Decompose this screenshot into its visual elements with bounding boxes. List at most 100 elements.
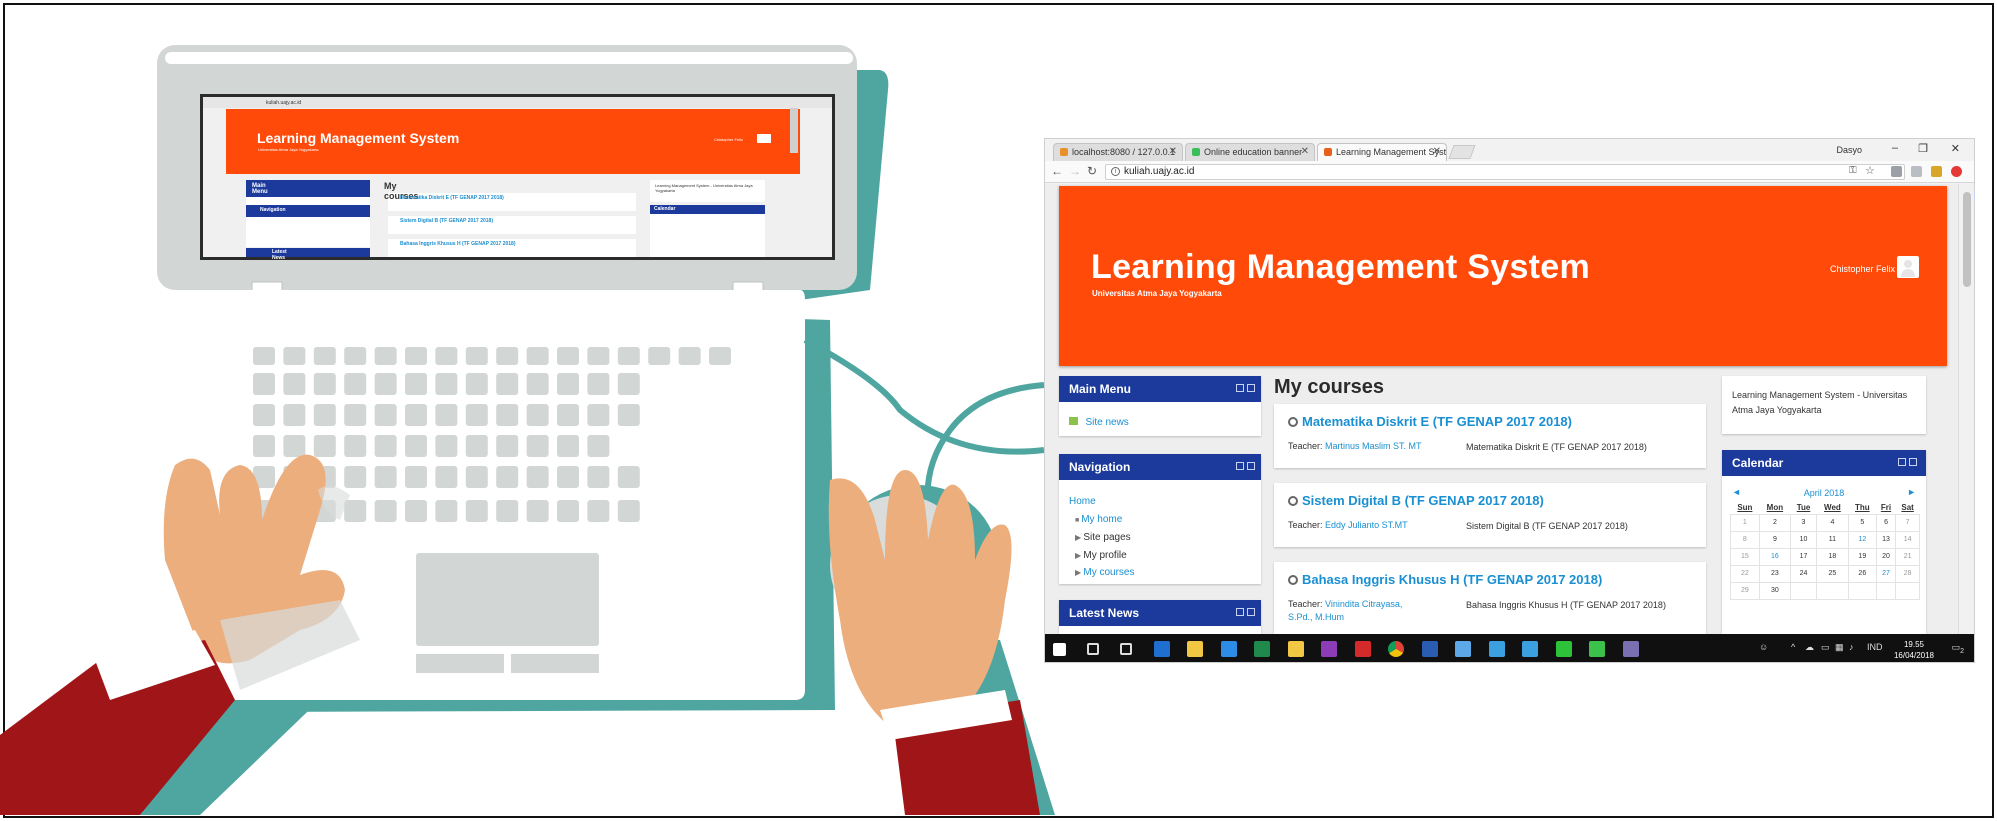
new-tab-button[interactable] (1448, 145, 1476, 159)
calendar-day[interactable]: 18 (1815, 547, 1849, 566)
calendar-day[interactable]: 19 (1847, 547, 1877, 566)
line-icon[interactable] (1555, 641, 1572, 657)
close-icon[interactable]: ✕ (1169, 146, 1177, 157)
calendar-day[interactable]: 10 (1790, 530, 1817, 549)
calendar-day[interactable]: 27 (1875, 564, 1897, 583)
dropbox-icon[interactable] (1455, 641, 1471, 657)
back-arrow-icon[interactable]: ← (1051, 164, 1063, 178)
calendar-month[interactable]: April 2018 (1722, 488, 1926, 498)
onedrive-icon[interactable]: ☁ (1805, 642, 1814, 653)
calendar-day[interactable]: 12 (1847, 530, 1877, 549)
calendar-day[interactable]: 9 (1758, 530, 1792, 549)
course-title-link[interactable]: Matematika Diskrit E (TF GENAP 2017 2018… (1302, 414, 1572, 429)
calendar-day[interactable]: 28 (1895, 564, 1920, 583)
scrollbar-thumb[interactable] (1963, 192, 1971, 287)
calendar-day[interactable]: 17 (1790, 547, 1817, 566)
tab-lms[interactable]: Learning Management System ✕ (1317, 143, 1447, 161)
network-icon[interactable]: ▦ (1835, 642, 1844, 653)
clock[interactable]: 19.55 16/04/2018 (1894, 639, 1934, 661)
page-scrollbar[interactable] (1958, 184, 1974, 634)
excel-icon[interactable] (1254, 641, 1270, 657)
search-icon[interactable] (1086, 643, 1099, 655)
calendar-day[interactable]: 16 (1758, 547, 1792, 566)
collapse-icon[interactable] (1247, 608, 1255, 616)
tab-online-education[interactable]: Online education banner ✕ (1185, 143, 1315, 161)
calendar-day[interactable]: 7 (1895, 513, 1920, 532)
calendar-day[interactable]: 23 (1758, 564, 1792, 583)
calendar-day[interactable]: 29 (1730, 581, 1760, 600)
collapse-icon[interactable] (1909, 458, 1917, 466)
app-icon[interactable] (1488, 641, 1505, 657)
shield-icon[interactable] (1911, 166, 1922, 177)
chrome-icon[interactable] (1388, 641, 1404, 657)
key-icon[interactable]: ⚿ (1849, 165, 1857, 176)
calendar-day[interactable]: 25 (1815, 564, 1849, 583)
outlook-icon[interactable] (1153, 641, 1170, 657)
star-icon[interactable]: ☆ (1865, 164, 1875, 177)
nav-my-courses[interactable]: My courses (1083, 567, 1134, 578)
chevron-up-icon[interactable]: ^ (1791, 642, 1795, 652)
collapse-icon[interactable] (1247, 462, 1255, 470)
calendar-day[interactable]: 14 (1895, 530, 1920, 549)
store-icon[interactable] (1287, 641, 1304, 657)
forward-arrow-icon[interactable]: → (1069, 164, 1081, 178)
windows-start-icon[interactable] (1053, 643, 1066, 656)
calendar-day[interactable]: 13 (1875, 530, 1897, 549)
calendar-day[interactable]: 3 (1790, 513, 1817, 532)
next-month-arrow[interactable]: ► (1907, 487, 1916, 497)
calendar-day[interactable]: 5 (1847, 513, 1877, 532)
extension-icon[interactable] (1891, 166, 1902, 177)
dock-icon[interactable] (1236, 384, 1244, 392)
extension-icon[interactable] (1931, 166, 1942, 177)
reload-icon[interactable]: ↻ (1087, 164, 1097, 178)
calendar-day[interactable]: 2 (1758, 513, 1792, 532)
minimize-button[interactable]: – (1892, 142, 1898, 154)
site-news-link[interactable]: Site news (1085, 417, 1128, 428)
calendar-day[interactable]: 30 (1758, 581, 1792, 600)
app-icon[interactable] (1622, 641, 1639, 657)
calendar-day[interactable]: 26 (1847, 564, 1877, 583)
calendar-day[interactable]: 21 (1895, 547, 1920, 566)
notification-icon[interactable]: ▭2 (1952, 642, 1964, 655)
calendar-day[interactable]: 11 (1815, 530, 1849, 549)
collapse-icon[interactable] (1247, 384, 1255, 392)
calendar-day[interactable]: 22 (1730, 564, 1760, 583)
word-icon[interactable] (1421, 641, 1438, 657)
app-icon[interactable] (1589, 641, 1605, 657)
teacher-link[interactable]: Eddy Julianto ST.MT (1325, 520, 1408, 530)
info-icon[interactable]: i (1111, 167, 1120, 176)
user-menu[interactable]: Chistopher Felix (1830, 264, 1895, 274)
restore-button[interactable]: ❐ (1918, 142, 1928, 155)
nav-home[interactable]: Home (1069, 494, 1135, 510)
calendar-day[interactable]: 15 (1730, 547, 1760, 566)
people-icon[interactable]: ☺ (1759, 642, 1768, 652)
address-bar[interactable]: i kuliah.uajy.ac.id (1105, 164, 1905, 180)
teacher-link[interactable]: Martinus Maslim ST. MT (1325, 441, 1422, 451)
calendar-day[interactable]: 20 (1875, 547, 1897, 566)
course-title-link[interactable]: Bahasa Inggris Khusus H (TF GENAP 2017 2… (1302, 572, 1602, 587)
tab-localhost[interactable]: localhost:8080 / 127.0.0.1 ✕ (1053, 143, 1183, 161)
profile-name[interactable]: Dasyo (1836, 145, 1862, 155)
battery-icon[interactable]: ▭ (1821, 642, 1830, 653)
close-icon[interactable]: ✕ (1433, 146, 1441, 157)
avatar[interactable] (1897, 256, 1919, 278)
course-title-link[interactable]: Sistem Digital B (TF GENAP 2017 2018) (1302, 493, 1544, 508)
close-window-button[interactable]: ✕ (1951, 142, 1960, 155)
acrobat-icon[interactable] (1354, 641, 1371, 657)
calendar-day[interactable]: 8 (1730, 530, 1760, 549)
onenote-icon[interactable] (1321, 641, 1337, 657)
task-view-icon[interactable] (1120, 643, 1132, 655)
calendar-day[interactable]: 1 (1730, 513, 1760, 532)
menu-icon[interactable] (1951, 166, 1962, 177)
volume-icon[interactable]: ♪ (1849, 642, 1854, 652)
nav-my-home[interactable]: My home (1081, 514, 1122, 525)
nav-my-profile[interactable]: My profile (1083, 550, 1126, 561)
calendar-day[interactable]: 6 (1875, 513, 1897, 532)
nav-site-pages[interactable]: Site pages (1083, 532, 1130, 543)
dock-icon[interactable] (1236, 608, 1244, 616)
dock-icon[interactable] (1236, 462, 1244, 470)
close-icon[interactable]: ✕ (1301, 146, 1309, 157)
dock-icon[interactable] (1898, 458, 1906, 466)
language-indicator[interactable]: IND (1867, 642, 1883, 652)
app-icon[interactable] (1522, 641, 1538, 657)
